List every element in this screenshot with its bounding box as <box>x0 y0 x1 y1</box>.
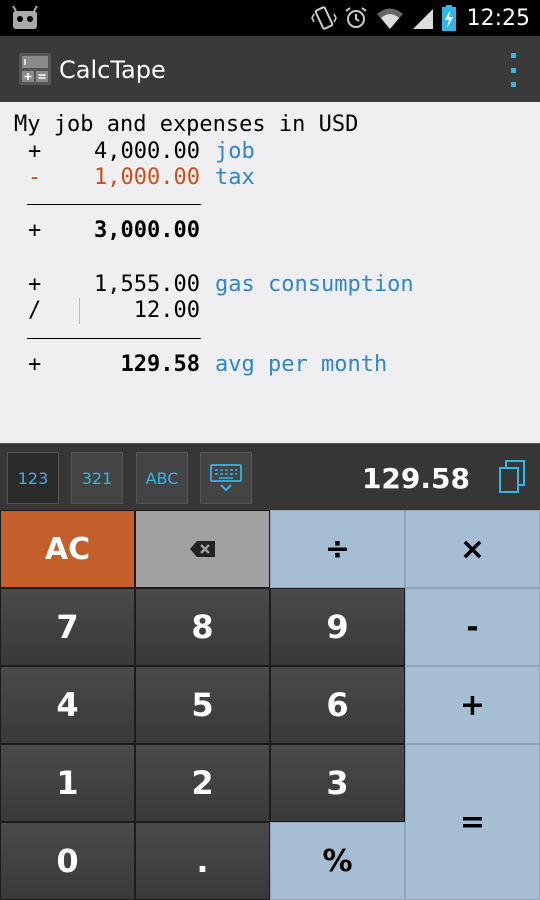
equals-button[interactable]: = <box>405 744 540 900</box>
tape-line-operator: + <box>28 139 42 164</box>
tape-area[interactable]: My job and expenses in USD + 4,000.00 jo… <box>0 102 540 443</box>
digit-0-button[interactable]: 0 <box>0 822 135 900</box>
mode-abc-button[interactable]: ABC <box>136 452 188 504</box>
tape-line[interactable]: + 1,555.00 gas consumption <box>0 272 540 298</box>
tape-line-operator: + <box>28 272 42 297</box>
all-clear-button[interactable]: AC <box>0 510 135 588</box>
keyboard-icon <box>210 464 242 492</box>
decimal-point-button[interactable]: . <box>135 822 270 900</box>
digit-8-button[interactable]: 8 <box>135 588 270 666</box>
text-cursor <box>79 298 80 324</box>
app-title: CalcTape <box>59 56 166 84</box>
tape-line-value: 1,000.00 <box>94 165 200 190</box>
plus-button[interactable]: + <box>405 666 540 744</box>
current-result: 129.58 <box>361 462 470 495</box>
signal-icon <box>412 9 433 29</box>
percent-button[interactable]: % <box>270 822 405 900</box>
digit-7-button[interactable]: 7 <box>0 588 135 666</box>
tape-line-note: gas consumption <box>215 272 414 297</box>
digit-1-button[interactable]: 1 <box>0 744 135 822</box>
keypad: AC ÷ × 7 8 9 - 4 5 6 + 1 2 3 = 0 . % <box>0 510 540 900</box>
keyboard-toggle-button[interactable] <box>200 452 252 504</box>
backspace-button[interactable] <box>135 510 270 588</box>
tape-line-operator: + <box>28 218 42 243</box>
digit-5-button[interactable]: 5 <box>135 666 270 744</box>
alarm-icon <box>344 7 367 28</box>
tape-line-note: avg per month <box>215 352 388 377</box>
tape-heading[interactable]: My job and expenses in USD <box>14 112 358 137</box>
digit-9-button[interactable]: 9 <box>270 588 405 666</box>
tape-line-operator: - <box>28 165 42 190</box>
calctape-logo-icon <box>19 53 51 85</box>
mode-321-button[interactable]: 321 <box>71 452 123 504</box>
overflow-menu-icon[interactable] <box>508 53 518 87</box>
tape-line-note: tax <box>215 165 255 190</box>
tape-line-operator: + <box>28 352 42 377</box>
subtotal-divider <box>27 204 201 205</box>
minus-button[interactable]: - <box>405 588 540 666</box>
tape-line-value: 4,000.00 <box>94 139 200 164</box>
tape-line-value: 12.00 <box>133 298 200 323</box>
android-icon <box>12 5 38 29</box>
multiply-button[interactable]: × <box>405 510 540 588</box>
tape-subtotal-line[interactable]: + 3,000.00 <box>0 218 540 244</box>
tape-line-operator: / <box>28 298 42 323</box>
tape-line-note: job <box>215 139 255 164</box>
subtotal-divider <box>27 338 201 339</box>
backspace-icon <box>189 541 215 557</box>
digit-6-button[interactable]: 6 <box>270 666 405 744</box>
tape-line-value: 129.58 <box>120 352 200 377</box>
digit-4-button[interactable]: 4 <box>0 666 135 744</box>
keyboard-toolbar: 123 321 ABC 129.58 <box>0 443 540 510</box>
mode-123-button[interactable]: 123 <box>7 452 59 504</box>
status-bar: 12:25 <box>0 0 540 36</box>
status-time: 12:25 <box>466 5 530 31</box>
battery-charging-icon <box>441 5 456 31</box>
tape-line[interactable]: / 12.00 <box>0 298 540 324</box>
wifi-icon <box>376 8 403 29</box>
digit-3-button[interactable]: 3 <box>270 744 405 822</box>
tape-subtotal-line[interactable]: + 129.58 avg per month <box>0 352 540 378</box>
digit-2-button[interactable]: 2 <box>135 744 270 822</box>
tape-line[interactable]: - 1,000.00 tax <box>0 165 540 191</box>
copy-icon[interactable] <box>498 460 526 494</box>
tape-line-value: 1,555.00 <box>94 272 200 297</box>
vibrate-icon <box>310 6 337 30</box>
divide-button[interactable]: ÷ <box>270 510 405 588</box>
tape-line[interactable]: + 4,000.00 job <box>0 139 540 165</box>
action-bar: CalcTape <box>0 36 540 102</box>
tape-line-value: 3,000.00 <box>94 218 200 243</box>
